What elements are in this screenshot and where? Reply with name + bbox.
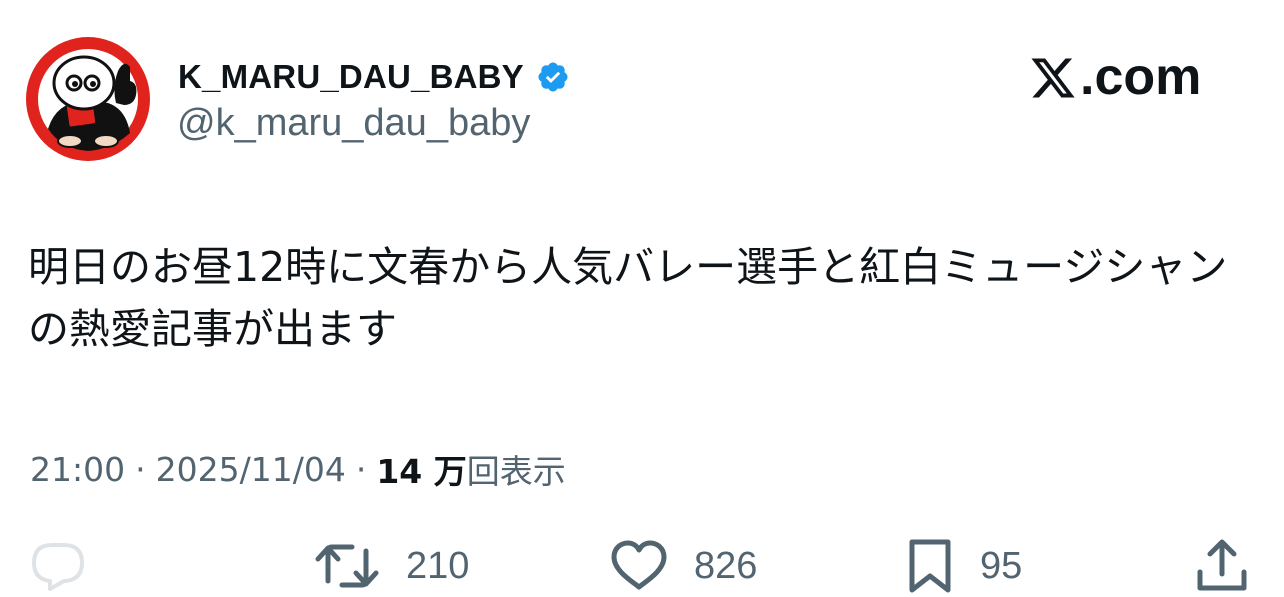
bookmark-button[interactable]: 95: [906, 536, 1022, 596]
share-icon: [1197, 539, 1247, 591]
tweet-meta: 21:00 · 2025/11/04 · 14 万 回表示: [30, 446, 566, 492]
bookmark-count: 95: [980, 544, 1023, 587]
share-button[interactable]: [1194, 536, 1250, 596]
retweet-button[interactable]: 210: [314, 536, 469, 596]
verified-badge-icon: [538, 62, 568, 92]
reply-button[interactable]: [30, 536, 86, 596]
views-count: 14 万: [376, 452, 467, 491]
display-name[interactable]: K_MARU_DAU_BABY: [178, 55, 570, 99]
tweet-text: 明日のお昼12時に文春から人気バレー選手と紅白ミュージシャンの熱愛記事が出ます: [28, 243, 1228, 353]
display-name-text[interactable]: K_MARU_DAU_BABY: [178, 58, 524, 96]
retweet-count: 210: [406, 544, 470, 587]
heart-icon: [611, 540, 667, 590]
like-button[interactable]: 826: [610, 536, 757, 596]
bookmark-icon: [909, 539, 951, 593]
user-handle[interactable]: @k_maru_dau_baby: [177, 102, 530, 145]
tweet-date[interactable]: 2025/11/04: [156, 450, 346, 489]
tweet-time[interactable]: 21:00: [30, 450, 125, 489]
meta-separator: ·: [135, 449, 146, 489]
meta-separator: ·: [355, 449, 367, 489]
reply-icon: [32, 543, 84, 591]
like-count: 826: [694, 544, 758, 587]
views-label: 回表示: [466, 452, 566, 491]
x-logo-icon: [1031, 58, 1075, 98]
x-com-brand: .com: [1028, 48, 1201, 108]
avatar[interactable]: [26, 37, 150, 161]
brand-text: .com: [1080, 48, 1202, 106]
retweet-icon: [315, 544, 379, 588]
action-bar: 210 826 95: [0, 536, 1284, 596]
